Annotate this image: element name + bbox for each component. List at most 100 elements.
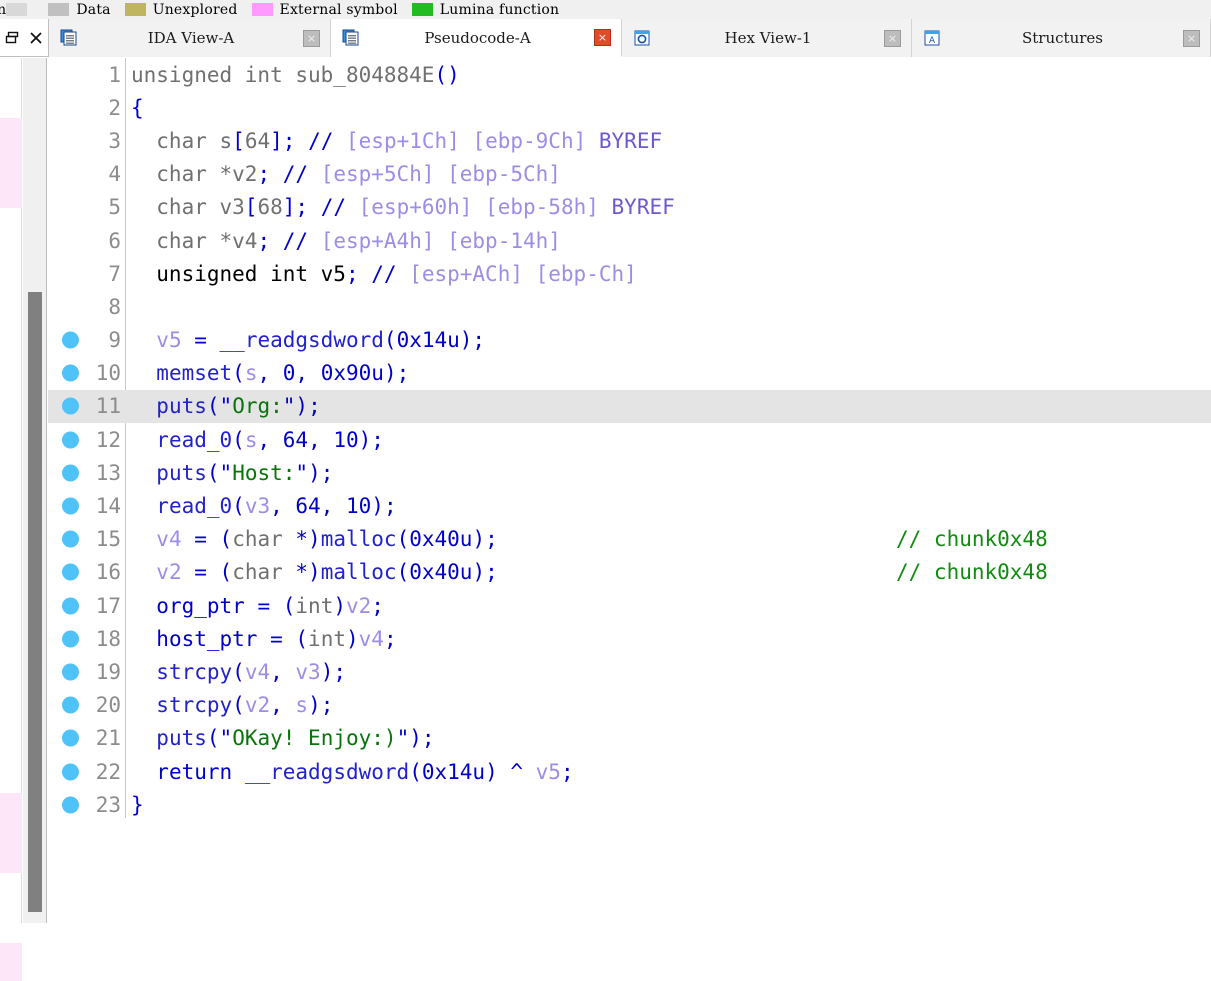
breakpoint-dot-icon[interactable] xyxy=(62,563,79,581)
breakpoint-dot-icon[interactable] xyxy=(62,763,79,781)
code-line[interactable]: 16 v2 = (char *)malloc(0x40u);// chunk0x… xyxy=(48,556,1211,589)
tab-close-icon[interactable]: × xyxy=(884,29,901,47)
navigator-band xyxy=(0,943,22,981)
code-line[interactable]: 12 read_0(s, 64, 10); xyxy=(48,423,1211,456)
code-line[interactable]: 7 unsigned int v5; // [esp+ACh] [ebp-Ch] xyxy=(48,257,1211,290)
code-token: " xyxy=(219,460,233,485)
view-tab-bar: IDA View-A × Pseudocode-A × Hex View-1 × A Stru… xyxy=(49,19,1211,57)
breakpoint-dot-icon[interactable] xyxy=(62,663,79,681)
tab-close-icon[interactable]: × xyxy=(303,29,320,47)
tab-label: Hex View-1 xyxy=(724,29,812,47)
breakpoint-dot-icon[interactable] xyxy=(62,464,79,482)
code-line[interactable]: 3 char s[64]; // [esp+1Ch] [ebp-9Ch] BYR… xyxy=(48,124,1211,157)
breakpoint-dot-icon[interactable] xyxy=(62,431,79,449)
tab-label: Structures xyxy=(1022,29,1103,47)
breakpoint-dot-icon[interactable] xyxy=(62,630,79,648)
breakpoint-dot-icon[interactable] xyxy=(62,796,79,814)
code-token: 64 xyxy=(295,494,321,519)
breakpoint-dot-icon[interactable] xyxy=(62,530,79,548)
line-number: 17 xyxy=(95,593,121,618)
listing-icon xyxy=(60,29,77,46)
breakpoint-dot-icon[interactable] xyxy=(62,331,79,349)
code-token: v4 xyxy=(244,659,271,684)
code-token: // xyxy=(308,128,334,153)
tab-hex[interactable]: Hex View-1 × xyxy=(622,19,912,57)
breakpoint-dot-icon[interactable] xyxy=(62,497,79,515)
code-token: [ xyxy=(244,195,258,220)
breakpoint-dot-icon[interactable] xyxy=(62,696,79,714)
code-line[interactable]: 21 puts("OKay! Enjoy:)"); xyxy=(48,722,1211,755)
scrollbar-thumb[interactable] xyxy=(28,292,42,912)
code-token: ( xyxy=(232,693,245,718)
code-line[interactable]: 4 char *v2; // [esp+5Ch] [ebp-5Ch] xyxy=(48,158,1211,191)
code-token: ; xyxy=(257,162,271,187)
code-token: puts xyxy=(156,726,207,751)
pseudocode-editor[interactable]: 1 unsigned int sub_804884E() 2{3 char s[64… xyxy=(48,58,1211,923)
code-line[interactable]: 13 puts("Host:"); xyxy=(48,456,1211,489)
code-token: 68 xyxy=(257,195,283,220)
close-icon[interactable] xyxy=(27,29,45,47)
code-token: Org: xyxy=(232,394,283,419)
line-number: 16 xyxy=(95,560,121,585)
legend-color-swatch xyxy=(124,3,146,16)
tab-close-icon[interactable]: × xyxy=(594,29,611,46)
code-token: 64 xyxy=(282,427,309,452)
code-token: s xyxy=(244,361,258,386)
tab-pseudo[interactable]: Pseudocode-A × xyxy=(331,19,622,57)
line-number: 22 xyxy=(95,759,121,784)
line-number: 18 xyxy=(95,626,121,651)
line-number: 19 xyxy=(95,659,121,684)
tab-ida[interactable]: IDA View-A × xyxy=(49,19,331,57)
code-line[interactable]: 5 char v3[68]; // [esp+60h] [ebp-58h] BY… xyxy=(48,191,1211,224)
code-token: v5 xyxy=(156,328,182,353)
code-line[interactable]: 19 strcpy(v4, v3); xyxy=(48,655,1211,688)
code-token: ( xyxy=(282,593,296,618)
code-token: ) ^ xyxy=(485,759,536,784)
code-token: } xyxy=(131,792,144,817)
code-line[interactable]: 14 read_0(v3, 64, 10); xyxy=(48,489,1211,522)
legend-color-swatch xyxy=(251,3,273,16)
code-token: ( xyxy=(383,328,397,353)
code-token: int xyxy=(295,593,334,618)
code-token: read_0 xyxy=(156,427,233,452)
code-token: ; xyxy=(560,759,574,784)
legend-label: Unexplored xyxy=(152,1,238,18)
code-line[interactable]: 15 v4 = (char *)malloc(0x40u);// chunk0x… xyxy=(48,523,1211,556)
breakpoint-dot-icon[interactable] xyxy=(62,729,79,747)
tab-close-icon[interactable]: × xyxy=(1183,29,1200,47)
code-line[interactable]: 6 char *v4; // [esp+A4h] [ebp-14h] xyxy=(48,224,1211,257)
code-line[interactable]: 9 v5 = __readgsdword(0x14u); xyxy=(48,324,1211,357)
line-number: 4 xyxy=(108,162,121,187)
restore-icon[interactable] xyxy=(3,29,21,47)
line-number: 21 xyxy=(95,726,121,751)
code-line[interactable]: 2{ xyxy=(48,91,1211,124)
code-token: ; xyxy=(257,228,271,253)
vertical-scrollbar[interactable] xyxy=(23,58,47,923)
code-token: v4 xyxy=(156,527,182,552)
breakpoint-dot-icon[interactable] xyxy=(62,397,79,415)
code-token: ); xyxy=(295,394,321,419)
breakpoint-dot-icon[interactable] xyxy=(62,364,79,382)
navigator-band-strip[interactable] xyxy=(0,58,22,981)
code-line[interactable]: 20 strcpy(v2, s); xyxy=(48,689,1211,722)
code-line[interactable]: 1 unsigned int sub_804884E() xyxy=(48,58,1211,91)
breakpoint-dot-icon[interactable] xyxy=(62,597,79,615)
line-number: 1 xyxy=(108,62,121,87)
code-line[interactable]: 23} xyxy=(48,788,1211,821)
code-line[interactable]: 17 org_ptr = (int)v2; xyxy=(48,589,1211,622)
code-line[interactable]: 22 return __readgsdword(0x14u) ^ v5; xyxy=(48,755,1211,788)
line-number: 3 xyxy=(108,128,121,153)
code-line[interactable]: 18 host_ptr = (int)v4; xyxy=(48,622,1211,655)
code-token: , xyxy=(270,693,296,718)
code-line[interactable]: 8 xyxy=(48,290,1211,323)
code-line[interactable]: 11 puts("Org:"); xyxy=(48,389,1211,424)
line-number: 20 xyxy=(95,693,121,718)
code-line[interactable]: 10 memset(s, 0, 0x90u); xyxy=(48,357,1211,390)
code-token: 0x14u xyxy=(396,328,460,353)
tab-struct[interactable]: A Structures × xyxy=(912,19,1211,57)
code-token: return xyxy=(156,759,233,784)
